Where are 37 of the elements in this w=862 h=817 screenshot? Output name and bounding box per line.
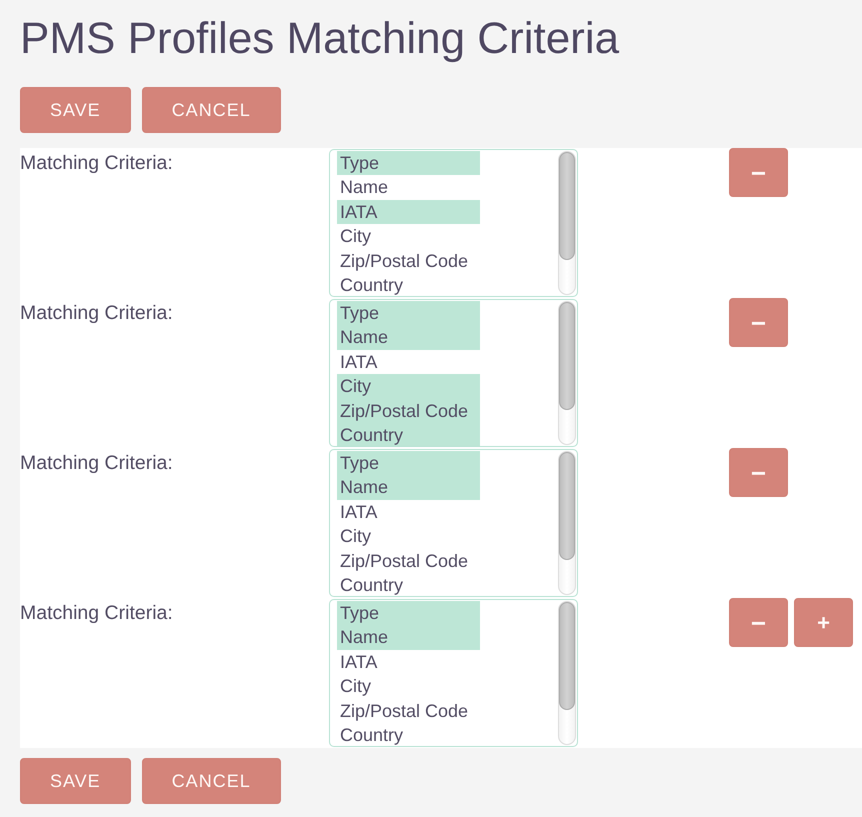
multi-select-list[interactable]: Type Name IATA City Zip/Postal Code Country	[329, 149, 578, 297]
list-option[interactable]: City	[337, 374, 480, 399]
list-option[interactable]: City	[337, 674, 480, 699]
list-option[interactable]: IATA	[337, 200, 480, 224]
list-option[interactable]: Zip/Postal Code	[337, 248, 480, 273]
page-title: PMS Profiles Matching Criteria	[19, 13, 620, 65]
list-option[interactable]: Zip/Postal Code	[337, 698, 480, 723]
field-label: Matching Criteria:	[20, 151, 174, 175]
list-option[interactable]: Type	[337, 151, 480, 176]
multi-select-list[interactable]: Type Name IATA City Zip/Postal Code Country	[329, 299, 578, 447]
field-label: Matching Criteria:	[20, 601, 174, 625]
list-option[interactable]: City	[337, 224, 480, 249]
list-option[interactable]: Type	[337, 451, 480, 476]
list-option[interactable]: Zip/Postal Code	[337, 398, 480, 423]
list-option[interactable]: IATA	[337, 350, 480, 374]
list-option[interactable]: IATA	[337, 650, 480, 674]
scrollbar[interactable]	[558, 601, 576, 745]
list-option[interactable]: Name	[337, 625, 480, 650]
scrollbar[interactable]	[558, 301, 576, 445]
scrollbar[interactable]	[558, 451, 576, 595]
field-label: Matching Criteria:	[20, 451, 174, 475]
list-option[interactable]: Name	[337, 175, 480, 200]
list-option[interactable]: Name	[337, 325, 480, 350]
list-option[interactable]: Country	[337, 422, 480, 446]
list-option[interactable]: Country	[337, 722, 480, 746]
multi-select-list[interactable]: Type Name IATA City Zip/Postal Code Country	[329, 599, 578, 747]
list-option[interactable]: Type	[337, 301, 480, 326]
list-option[interactable]: Country	[337, 572, 480, 596]
scrollbar[interactable]	[558, 151, 576, 295]
list-option[interactable]: City	[337, 524, 480, 549]
list-option[interactable]: Name	[337, 475, 480, 500]
field-label: Matching Criteria:	[20, 301, 174, 325]
list-option[interactable]: Country	[337, 272, 480, 296]
list-option[interactable]: Type	[337, 601, 480, 626]
list-option[interactable]: IATA	[337, 500, 480, 524]
list-option[interactable]: Zip/Postal Code	[337, 548, 480, 573]
multi-select-list[interactable]: Type Name IATA City Zip/Postal Code Country	[329, 449, 578, 597]
